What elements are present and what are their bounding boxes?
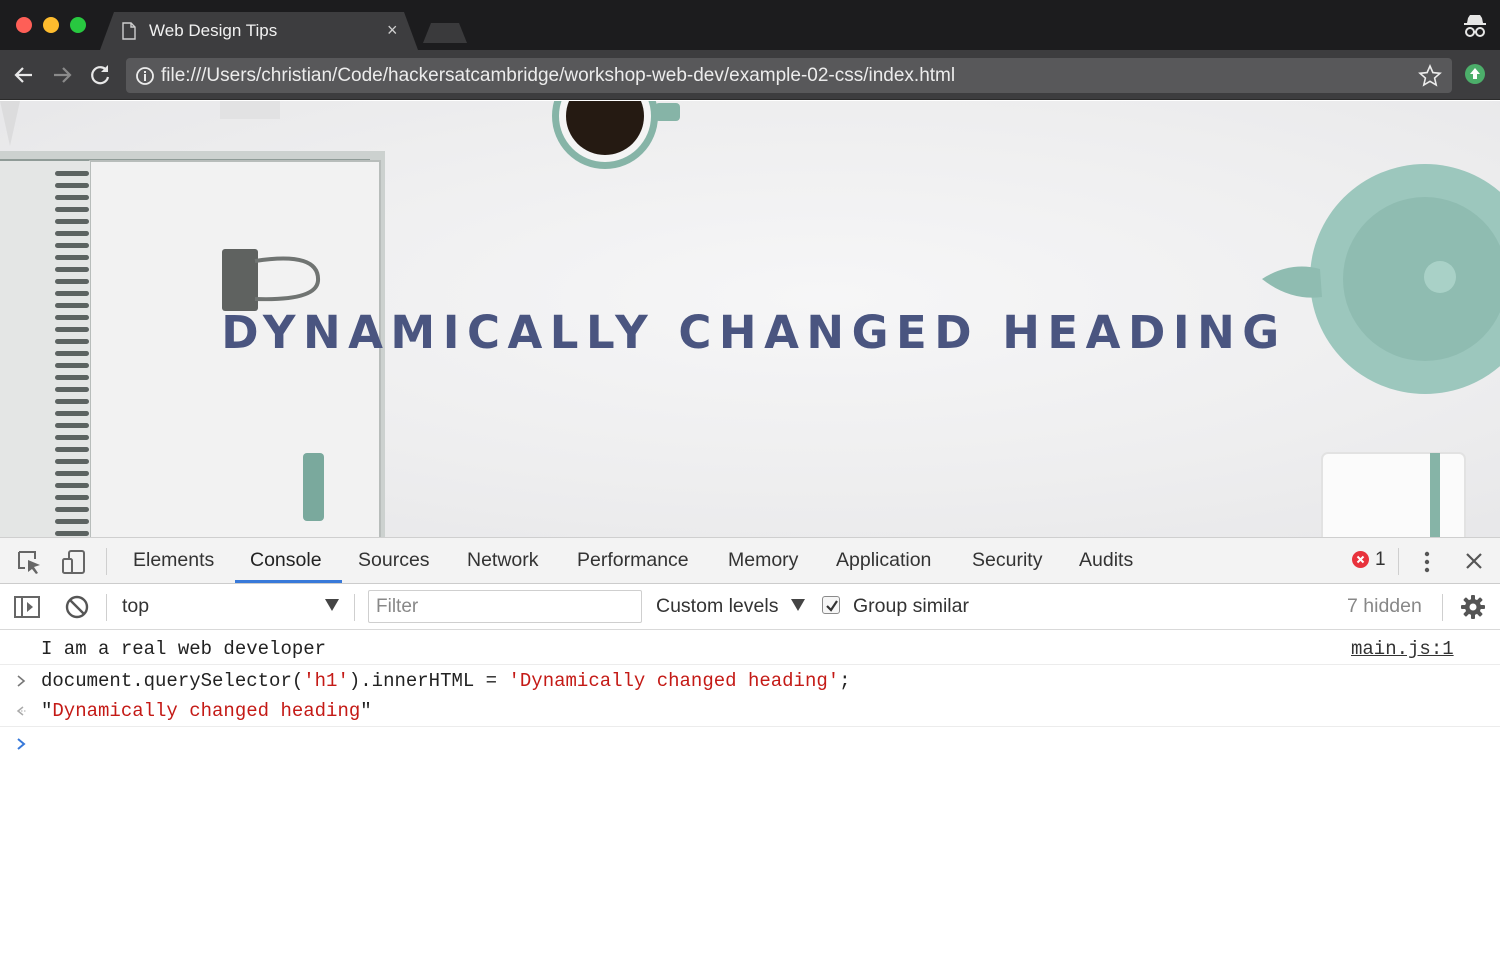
url-text[interactable]: file:///Users/christian/Code/hackersatca… (161, 65, 955, 87)
back-arrow-icon[interactable] (11, 62, 37, 88)
group-similar-label[interactable]: Group similar (853, 595, 969, 618)
spiral-ring (55, 255, 89, 260)
chevron-down-icon[interactable] (791, 599, 805, 611)
tabbar-divider (106, 548, 107, 575)
tabbar-divider (1398, 548, 1399, 575)
console-input-code: document.querySelector('h1').innerHTML =… (41, 670, 851, 692)
chevron-down-icon[interactable] (325, 599, 339, 611)
result-arrow-icon (16, 706, 27, 716)
close-window-button[interactable] (16, 17, 32, 33)
page-viewport: DYNAMICALLY CHANGED HEADING (0, 101, 1500, 537)
browser-tab-active[interactable]: Web Design Tips × (100, 12, 418, 50)
spiral-ring (55, 183, 89, 188)
input-chevron-icon (17, 675, 26, 687)
log-message-text: I am a real web developer (41, 638, 327, 660)
document-icon (122, 22, 136, 40)
console-prompt-row[interactable] (0, 728, 1500, 760)
inspect-element-icon[interactable] (15, 548, 43, 576)
spiral-ring (55, 507, 89, 512)
console-output: I am a real web developer main.js:1 docu… (0, 630, 1500, 971)
spiral-ring (55, 243, 89, 248)
toolbar-divider (106, 594, 107, 621)
tab-audits[interactable]: Audits (1079, 549, 1133, 572)
tab-elements[interactable]: Elements (133, 549, 214, 572)
spiral-ring (55, 531, 89, 536)
tab-sources[interactable]: Sources (358, 549, 430, 572)
spiral-ring (55, 279, 89, 284)
spiral-ring (55, 171, 89, 176)
spiral-ring (55, 459, 89, 464)
spiral-ring (55, 423, 89, 428)
spiral-ring (55, 387, 89, 392)
log-levels-dropdown[interactable]: Custom levels (656, 595, 778, 618)
spiral-ring (55, 207, 89, 212)
spiral-ring (55, 291, 89, 296)
spiral-ring (55, 231, 89, 236)
reload-icon[interactable] (87, 62, 113, 88)
hidden-messages-count: 7 hidden (1347, 595, 1422, 617)
spiral-ring (55, 447, 89, 452)
spiral-ring (55, 495, 89, 500)
spiral-ring (55, 375, 89, 380)
spiral-ring (55, 399, 89, 404)
close-devtools-icon[interactable] (1462, 549, 1486, 573)
gear-icon[interactable] (1460, 594, 1486, 620)
context-selector[interactable]: top (122, 595, 149, 618)
new-tab-button[interactable] (423, 23, 467, 43)
extension-upload-icon[interactable] (1464, 63, 1486, 85)
browser-toolbar: file:///Users/christian/Code/hackersatca… (0, 50, 1500, 100)
spiral-ring (55, 195, 89, 200)
devtools-tabbar: Elements Console Sources Network Perform… (0, 538, 1500, 584)
sidebar-toggle-icon[interactable] (13, 593, 41, 621)
device-toolbar-icon[interactable] (60, 548, 88, 576)
spiral-ring (55, 219, 89, 224)
error-icon[interactable] (1352, 551, 1369, 568)
tab-network[interactable]: Network (467, 549, 539, 572)
group-similar-checkbox[interactable] (822, 596, 840, 614)
toolbar-divider (1442, 594, 1443, 621)
filter-input[interactable] (368, 590, 642, 623)
zoom-window-button[interactable] (70, 17, 86, 33)
tab-title: Web Design Tips (149, 21, 278, 40)
prompt-chevron-icon (17, 738, 26, 750)
bookmark-star-icon[interactable] (1418, 64, 1442, 88)
active-tab-indicator (235, 580, 342, 583)
spiral-ring (55, 483, 89, 488)
incognito-icon (1464, 15, 1486, 37)
checkmark-icon (826, 600, 838, 612)
forward-arrow-icon[interactable] (49, 62, 75, 88)
error-count[interactable]: 1 (1375, 549, 1386, 571)
minimize-window-button[interactable] (43, 17, 59, 33)
spiral-ring (55, 411, 89, 416)
devtools-panel: Elements Console Sources Network Perform… (0, 537, 1500, 971)
tab-security[interactable]: Security (972, 549, 1042, 572)
more-options-icon[interactable] (1424, 550, 1430, 574)
info-icon[interactable] (135, 66, 155, 86)
tab-performance[interactable]: Performance (577, 549, 689, 572)
address-bar[interactable]: file:///Users/christian/Code/hackersatca… (126, 58, 1452, 93)
spiral-ring (55, 519, 89, 524)
console-result-row: "Dynamically changed heading" (0, 696, 1500, 727)
spiral-ring (55, 435, 89, 440)
spiral-ring (55, 363, 89, 368)
console-result-value: "Dynamically changed heading" (41, 700, 372, 722)
console-input-row: document.querySelector('h1').innerHTML =… (0, 666, 1500, 696)
tab-memory[interactable]: Memory (728, 549, 798, 572)
spiral-ring (55, 267, 89, 272)
console-log-message: I am a real web developer main.js:1 (0, 630, 1500, 665)
tab-application[interactable]: Application (836, 549, 931, 572)
clear-console-icon[interactable] (63, 593, 91, 621)
log-source-link[interactable]: main.js:1 (1351, 638, 1454, 660)
window-titlebar: Web Design Tips × (0, 0, 1500, 50)
console-toolbar: top Custom levels Group similar 7 hidden (0, 584, 1500, 630)
spiral-ring (55, 471, 89, 476)
toolbar-divider (354, 594, 355, 621)
tab-close-icon[interactable]: × (387, 20, 398, 40)
tab-console[interactable]: Console (250, 549, 322, 572)
page-heading: DYNAMICALLY CHANGED HEADING (221, 306, 1287, 359)
